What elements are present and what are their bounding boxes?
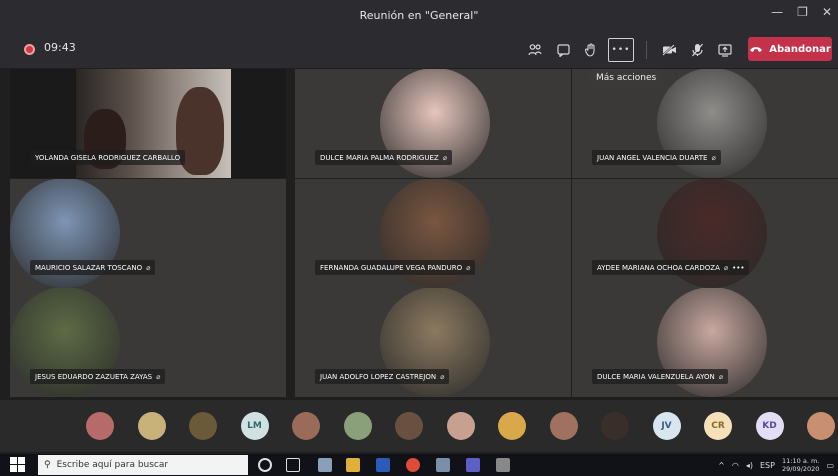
system-tray: ^ ◠ ◂) ESP 11:10 a. m. 29/09/2020 ▭: [718, 456, 834, 474]
mic-off-icon: ⌀: [146, 263, 151, 272]
strip-participant-avatar[interactable]: [137, 412, 166, 440]
participant-name: FERNANDA GUADALUPE VEGA PANDURO: [320, 263, 463, 272]
chat-icon[interactable]: [550, 38, 576, 62]
mic-off-icon: ⌀: [440, 372, 445, 381]
strip-participant-avatar[interactable]: KD: [755, 412, 784, 440]
search-icon: ⚲: [44, 460, 51, 470]
strip-participant-avatar[interactable]: [601, 412, 629, 440]
close-icon[interactable]: ✕: [822, 5, 832, 19]
task-view-icon[interactable]: [286, 458, 300, 472]
mic-off-icon: ⌀: [442, 153, 447, 162]
minimize-icon[interactable]: —: [771, 5, 783, 19]
strip-participant-avatar[interactable]: JV: [652, 412, 681, 440]
teams-icon[interactable]: [466, 458, 480, 472]
mic-off-icon[interactable]: [684, 38, 710, 62]
participant-tile[interactable]: MAURICIO SALAZAR TOSCANO ⌀: [10, 179, 286, 288]
language-indicator[interactable]: ESP: [760, 461, 775, 470]
word-icon[interactable]: [376, 458, 390, 472]
leave-label: Abandonar: [769, 43, 831, 55]
toolbar-divider: [646, 41, 647, 59]
camera-off-icon[interactable]: [656, 38, 682, 62]
strip-participant-avatar[interactable]: [343, 412, 372, 440]
participant-nameplate: AYDEE MARIANA OCHOA CARDOZA ⌀ •••: [592, 260, 750, 275]
strip-participant-avatar[interactable]: [807, 412, 835, 440]
participant-tile[interactable]: DULCE MARIA PALMA RODRIGUEZ ⌀: [295, 69, 571, 178]
maximize-icon[interactable]: ❐: [797, 5, 808, 19]
participant-tile[interactable]: AYDEE MARIANA OCHOA CARDOZA ⌀ •••: [572, 179, 838, 288]
title-bar: Reunión en "General" — ❐ ✕: [0, 0, 838, 30]
teams-meeting-window: Reunión en "General" — ❐ ✕ 09:43 ••• Aba…: [0, 0, 838, 476]
share-screen-icon[interactable]: [712, 38, 738, 62]
search-placeholder: Escribe aquí para buscar: [56, 460, 169, 470]
participant-tile[interactable]: FERNANDA GUADALUPE VEGA PANDURO ⌀: [295, 179, 571, 288]
participant-name: JUAN ANGEL VALENCIA DUARTE: [597, 153, 708, 162]
tile-more-icon[interactable]: •••: [732, 264, 744, 272]
windows-taskbar: ⚲ Escribe aquí para buscar ^ ◠ ◂) ESP 11…: [0, 454, 838, 476]
chevron-up-icon[interactable]: ^: [718, 461, 725, 470]
clock-time: 11:10 a. m.: [782, 457, 820, 465]
participant-nameplate: YOLANDA GISELA RODRIGUEZ CARBALLO: [30, 150, 186, 165]
strip-participant-avatar[interactable]: [498, 412, 526, 440]
participant-nameplate: FERNANDA GUADALUPE VEGA PANDURO ⌀: [315, 260, 476, 275]
participants-strip: LM JV CR KD: [0, 400, 838, 452]
cortana-icon[interactable]: [258, 458, 272, 472]
participant-name: DULCE MARIA PALMA RODRIGUEZ: [320, 153, 439, 162]
participant-tile[interactable]: JUAN ADOLFO LOPEZ CASTREJON ⌀: [295, 288, 571, 397]
meeting-timer: 09:43: [44, 41, 76, 54]
mic-off-icon: ⌀: [718, 372, 723, 381]
mic-off-icon: ⌀: [466, 263, 471, 272]
window-title: Reunión en "General": [359, 8, 479, 22]
participant-name: JUAN ADOLFO LOPEZ CASTREJON: [320, 372, 437, 381]
participant-tile[interactable]: DULCE MARIA VALENZUELA AYON ⌀: [572, 288, 838, 397]
participant-name: YOLANDA GISELA RODRIGUEZ CARBALLO: [35, 153, 181, 162]
mic-off-icon: ⌀: [723, 263, 729, 272]
strip-participant-avatar[interactable]: [395, 412, 423, 440]
participant-name: DULCE MARIA VALENZUELA AYON: [597, 372, 715, 381]
participant-nameplate: JESUS EDUARDO ZAZUETA ZAYAS ⌀: [30, 369, 166, 384]
clock-date: 29/09/2020: [781, 465, 820, 473]
meeting-toolbar: 09:43 ••• Abandonar: [0, 30, 838, 68]
more-actions-tooltip: Más acciones: [590, 69, 663, 87]
participant-name: JESUS EDUARDO ZAZUETA ZAYAS: [35, 372, 153, 381]
network-icon[interactable]: ◠: [732, 461, 739, 470]
participant-tile[interactable]: JESUS EDUARDO ZAZUETA ZAYAS ⌀: [10, 288, 286, 397]
participant-nameplate: JUAN ANGEL VALENCIA DUARTE ⌀: [592, 150, 721, 165]
window-controls: — ❐ ✕: [771, 5, 832, 19]
notifications-icon[interactable]: ▭: [826, 461, 834, 470]
participant-nameplate: DULCE MARIA PALMA RODRIGUEZ ⌀: [315, 150, 452, 165]
participant-tile[interactable]: YOLANDA GISELA RODRIGUEZ CARBALLO: [10, 69, 286, 178]
windows-start-icon[interactable]: [10, 457, 26, 473]
participant-name: AYDEE MARIANA OCHOA CARDOZA: [597, 263, 720, 272]
file-explorer-icon[interactable]: [346, 458, 360, 472]
taskbar-clock[interactable]: 11:10 a. m. 29/09/2020: [782, 457, 819, 473]
recording-indicator-icon: [24, 44, 35, 55]
leave-meeting-button[interactable]: Abandonar: [748, 37, 832, 61]
app-icon-1[interactable]: [318, 458, 332, 472]
mic-off-icon: ⌀: [156, 372, 161, 381]
strip-participant-avatar[interactable]: [549, 412, 578, 440]
participants-icon[interactable]: [522, 38, 548, 62]
strip-participant-avatar[interactable]: [86, 412, 114, 440]
taskbar-search[interactable]: ⚲ Escribe aquí para buscar: [38, 455, 248, 475]
participant-nameplate: MAURICIO SALAZAR TOSCANO ⌀: [30, 260, 156, 275]
app-icon-3[interactable]: [496, 458, 510, 472]
video-grid: YOLANDA GISELA RODRIGUEZ CARBALLO DULCE M…: [10, 69, 838, 397]
chrome-icon[interactable]: [406, 458, 420, 472]
hang-up-icon: [750, 47, 763, 52]
more-actions-button[interactable]: •••: [608, 38, 634, 62]
volume-icon[interactable]: ◂): [746, 461, 753, 470]
app-icon-2[interactable]: [436, 458, 450, 472]
participant-nameplate: DULCE MARIA VALENZUELA AYON ⌀: [592, 369, 728, 384]
strip-participant-avatar[interactable]: [189, 412, 217, 440]
participant-nameplate: JUAN ADOLFO LOPEZ CASTREJON ⌀: [315, 369, 450, 384]
strip-participant-avatar[interactable]: LM: [240, 412, 269, 440]
mic-off-icon: ⌀: [711, 153, 716, 162]
strip-participant-avatar[interactable]: [446, 412, 475, 440]
participant-name: MAURICIO SALAZAR TOSCANO: [35, 263, 143, 272]
more-icon: •••: [611, 45, 631, 55]
raise-hand-icon[interactable]: [578, 38, 604, 62]
strip-participant-avatar[interactable]: CR: [704, 412, 732, 440]
strip-participant-avatar[interactable]: [292, 412, 320, 440]
